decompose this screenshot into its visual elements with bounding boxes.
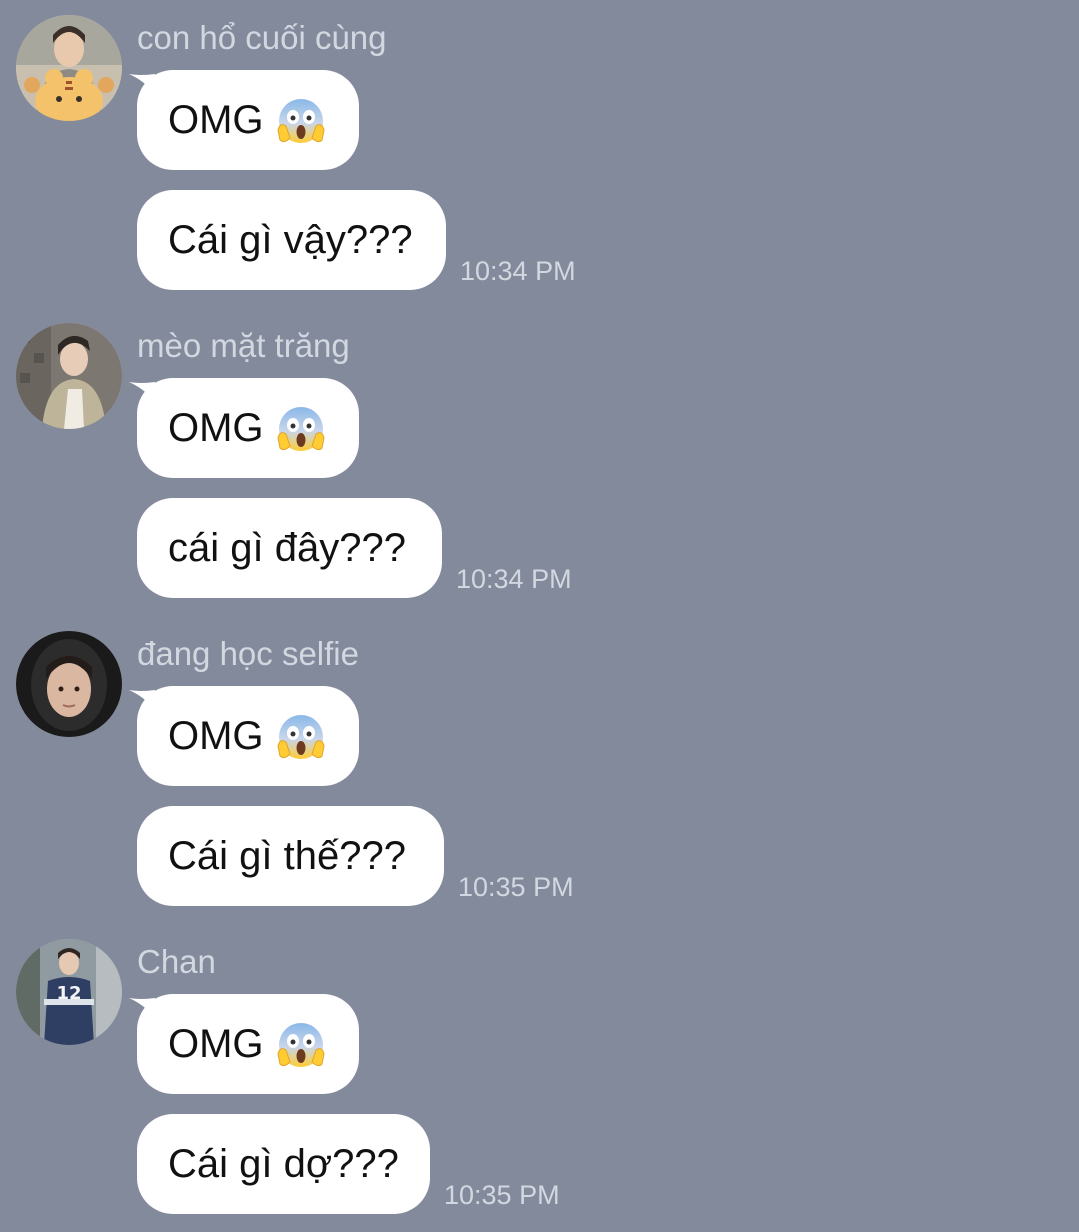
svg-text:12: 12 <box>56 983 81 1004</box>
message-bubble[interactable]: Cái gì thế??? <box>137 806 444 906</box>
message-text: Cái gì thế??? <box>168 833 406 878</box>
sender-name: đang học selfie <box>137 635 359 672</box>
message-bubble[interactable]: OMG <box>137 70 359 170</box>
message-text: Cái gì dợ??? <box>168 1141 399 1186</box>
message-bubble[interactable]: Cái gì vậy??? <box>137 190 446 290</box>
message-group: đang học selfie OMG Cái gì thế??? 10:35 … <box>0 616 1079 916</box>
message-bubble[interactable]: OMG <box>137 994 359 1094</box>
sender-name: mèo mặt trăng <box>137 327 350 364</box>
message-text: OMG <box>168 1021 264 1066</box>
face-screaming-in-fear-icon <box>277 715 325 759</box>
avatar[interactable] <box>16 631 122 737</box>
message-text: OMG <box>168 97 264 142</box>
message-timestamp: 10:35 PM <box>444 1180 560 1210</box>
message-timestamp: 10:35 PM <box>458 872 574 902</box>
avatar-photo-jersey-icon: 12 <box>16 939 122 1045</box>
sender-name: Chan <box>137 943 216 980</box>
message-group: 12 Chan OMG Cái gì dợ??? 10:35 PM <box>0 924 1079 1224</box>
chat-view[interactable]: con hổ cuối cùng OMG Cái gì vậy??? 10:34… <box>0 0 1079 1232</box>
face-screaming-in-fear-icon <box>277 407 325 451</box>
avatar-photo-tiger-icon <box>16 15 122 121</box>
avatar-photo-icon <box>16 323 122 429</box>
message-text: Cái gì vậy??? <box>168 217 413 262</box>
message-bubble[interactable]: Cái gì dợ??? <box>137 1114 430 1214</box>
avatar[interactable] <box>16 323 122 429</box>
message-text: OMG <box>168 713 264 758</box>
face-screaming-in-fear-icon <box>277 99 325 143</box>
message-bubble[interactable]: OMG <box>137 378 359 478</box>
message-group: con hổ cuối cùng OMG Cái gì vậy??? 10:34… <box>0 0 1079 300</box>
avatar-photo-hood-icon <box>16 631 122 737</box>
sender-name: con hổ cuối cùng <box>137 19 387 56</box>
avatar[interactable]: 12 <box>16 939 122 1045</box>
message-bubble[interactable]: OMG <box>137 686 359 786</box>
message-text: OMG <box>168 405 264 450</box>
face-screaming-in-fear-icon <box>277 1023 325 1067</box>
message-group: mèo mặt trăng OMG cái gì đây??? 10:34 PM <box>0 308 1079 608</box>
message-timestamp: 10:34 PM <box>456 564 572 594</box>
avatar[interactable] <box>16 15 122 121</box>
message-bubble[interactable]: cái gì đây??? <box>137 498 442 598</box>
message-timestamp: 10:34 PM <box>460 256 576 286</box>
message-text: cái gì đây??? <box>168 525 406 570</box>
